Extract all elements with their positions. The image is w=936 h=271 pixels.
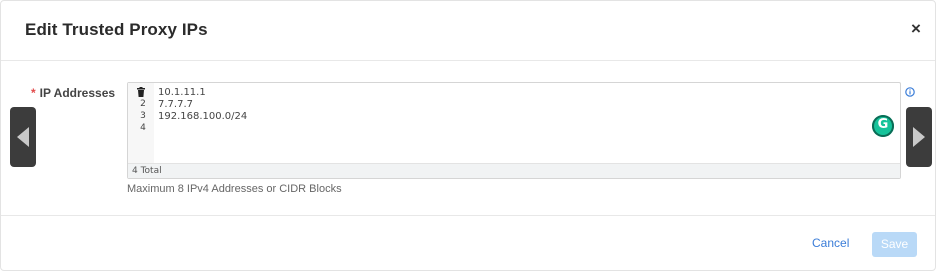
prev-arrow-button[interactable] [10, 107, 36, 167]
save-button[interactable]: Save [872, 232, 917, 257]
info-icon[interactable] [905, 87, 915, 97]
ip-addresses-editor[interactable]: 2 3 4 10.1.11.1 7.7.7.7 192.168.100.0/24… [127, 82, 901, 179]
editor-line[interactable]: 7.7.7.7 [158, 99, 193, 110]
grammarly-icon-glyph: G [877, 117, 889, 132]
required-mark: * [31, 86, 36, 100]
cancel-button[interactable]: Cancel [812, 236, 849, 250]
line-number: 3 [140, 111, 146, 121]
close-icon[interactable]: × [905, 18, 927, 40]
line-number: 4 [140, 123, 146, 133]
next-arrow-button[interactable] [906, 107, 932, 167]
ip-addresses-label: * IP Addresses [31, 86, 115, 100]
arrow-left-icon [17, 127, 29, 147]
dialog-title: Edit Trusted Proxy IPs [25, 20, 208, 39]
editor-line[interactable]: 192.168.100.0/24 [158, 111, 247, 122]
ip-addresses-help-text: Maximum 8 IPv4 Addresses or CIDR Blocks [127, 183, 342, 195]
trash-icon[interactable] [136, 87, 146, 97]
line-gutter: 2 3 4 [128, 83, 154, 163]
arrow-right-icon [913, 127, 925, 147]
line-total: 4 Total [132, 166, 162, 176]
line-number: 2 [140, 99, 146, 109]
ip-addresses-label-text: IP Addresses [39, 86, 116, 100]
edit-trusted-proxy-dialog: Edit Trusted Proxy IPs × * IP Addresses 2… [0, 0, 936, 271]
editor-line[interactable]: 10.1.11.1 [158, 87, 206, 98]
dialog-footer-divider [1, 215, 935, 216]
grammarly-icon[interactable]: G [872, 115, 894, 137]
editor-status-bar: 4 Total [128, 163, 900, 178]
dialog-header: Edit Trusted Proxy IPs × [1, 1, 935, 61]
